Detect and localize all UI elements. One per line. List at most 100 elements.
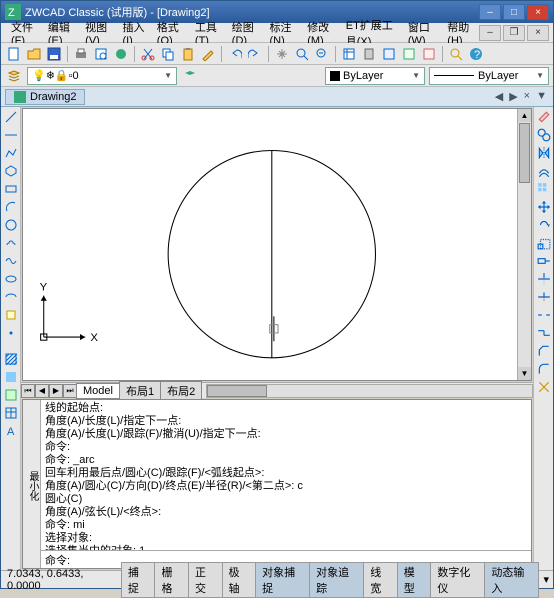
region-button[interactable] (3, 387, 19, 403)
status-极轴[interactable]: 极轴 (222, 562, 257, 598)
command-log[interactable]: 线的起始点:角度(A)/长度(L)/指定下一点:角度(A)/长度(L)/跟踪(F… (41, 400, 531, 550)
new-button[interactable] (5, 45, 23, 63)
scroll-thumb[interactable] (207, 385, 267, 397)
mirror-button[interactable] (536, 145, 552, 161)
preview-button[interactable] (92, 45, 110, 63)
standard-toolbar: ? (1, 43, 553, 65)
match-button[interactable] (199, 45, 217, 63)
status-对象捕捉[interactable]: 对象捕捉 (255, 562, 310, 598)
scroll-up-button[interactable]: ▲ (518, 109, 531, 122)
tool3-button[interactable] (420, 45, 438, 63)
doc-close-button[interactable]: × (527, 25, 549, 41)
trim-button[interactable] (536, 271, 552, 287)
table-button[interactable] (3, 405, 19, 421)
offset-button[interactable] (536, 163, 552, 179)
tool1-button[interactable] (380, 45, 398, 63)
scroll-thumb[interactable] (519, 123, 530, 183)
chamfer-button[interactable] (536, 343, 552, 359)
layer-manager-button[interactable] (5, 67, 23, 85)
linetype-combo[interactable]: ByLayer ▼ (429, 67, 549, 85)
move-button[interactable] (536, 199, 552, 215)
color-label: ByLayer (343, 70, 383, 82)
status-捕捉[interactable]: 捕捉 (121, 562, 156, 598)
copy2-button[interactable] (536, 127, 552, 143)
pline-button[interactable] (3, 145, 19, 161)
zoom-ext-button[interactable] (447, 45, 465, 63)
block-button[interactable] (3, 307, 19, 323)
spline-button[interactable] (3, 253, 19, 269)
color-combo[interactable]: ByLayer ▼ (325, 67, 425, 85)
scroll-down-button[interactable]: ▼ (518, 367, 531, 380)
zoom-button[interactable] (293, 45, 311, 63)
props-button[interactable] (340, 45, 358, 63)
canvas-v-scrollbar[interactable]: ▲ ▼ (517, 109, 531, 380)
erase-button[interactable] (536, 109, 552, 125)
ellipse-button[interactable] (3, 271, 19, 287)
open-button[interactable] (25, 45, 43, 63)
redo-button[interactable] (246, 45, 264, 63)
rect-button[interactable] (3, 181, 19, 197)
zoom-prev-button[interactable] (313, 45, 331, 63)
ellipsearc-button[interactable] (3, 289, 19, 305)
doc-minimize-button[interactable]: – (479, 25, 501, 41)
pan-button[interactable] (273, 45, 291, 63)
doc-tab-active[interactable]: Drawing2 (5, 89, 85, 105)
canvas-h-scrollbar[interactable] (206, 384, 533, 398)
tool2-button[interactable] (400, 45, 418, 63)
calc-button[interactable] (360, 45, 378, 63)
text-button[interactable]: A (3, 423, 19, 439)
status-模型[interactable]: 模型 (397, 562, 432, 598)
explode-button[interactable] (536, 379, 552, 395)
layer-prev-button[interactable] (181, 67, 199, 85)
separator (442, 46, 443, 62)
status-栅格[interactable]: 栅格 (154, 562, 189, 598)
layer-combo[interactable]: 💡❄🔒▫ 0 ▼ (27, 67, 177, 85)
point-button[interactable] (3, 325, 19, 341)
minimize-button[interactable]: – (479, 4, 501, 20)
command-window: 最小化 线的起始点:角度(A)/长度(L)/指定下一点:角度(A)/长度(L)/… (22, 399, 532, 569)
circle-button[interactable] (3, 217, 19, 233)
copy-button[interactable] (159, 45, 177, 63)
cmd-log-line: 角度(A)/弦长(L)/<终点>: (45, 506, 527, 519)
stretch-button[interactable] (536, 253, 552, 269)
layer-icons: 💡❄🔒▫ (32, 69, 73, 82)
rotate-button[interactable] (536, 217, 552, 233)
paste-button[interactable] (179, 45, 197, 63)
help-button[interactable]: ? (467, 45, 485, 63)
polygon-button[interactable] (3, 163, 19, 179)
publish-button[interactable] (112, 45, 130, 63)
arc-button[interactable] (3, 199, 19, 215)
status-对象追踪[interactable]: 对象追踪 (309, 562, 364, 598)
undo-button[interactable] (226, 45, 244, 63)
xline-button[interactable] (3, 127, 19, 143)
status-数字化仪[interactable]: 数字化仪 (430, 562, 485, 598)
break-button[interactable] (536, 307, 552, 323)
maximize-button[interactable]: □ (503, 4, 525, 20)
tab-nav-left[interactable]: ◀ (493, 90, 505, 103)
doc-restore-button[interactable]: ❐ (503, 25, 525, 41)
doc-tab-label: Drawing2 (30, 91, 76, 103)
gradient-button[interactable] (3, 369, 19, 385)
fillet-button[interactable] (536, 361, 552, 377)
status-动态输入[interactable]: 动态输入 (484, 562, 539, 598)
line-button[interactable] (3, 109, 19, 125)
coordinates: 7.0343, 0.6433, 0.0000 (1, 568, 122, 592)
status-menu-button[interactable]: ▾ (539, 573, 553, 586)
print-button[interactable] (72, 45, 90, 63)
layer-name: 0 (73, 70, 79, 82)
array-button[interactable] (536, 181, 552, 197)
tab-menu[interactable]: ▼ (534, 90, 549, 103)
hatch-button[interactable] (3, 351, 19, 367)
revcloud-button[interactable] (3, 235, 19, 251)
extend-button[interactable] (536, 289, 552, 305)
status-线宽[interactable]: 线宽 (363, 562, 398, 598)
status-正交[interactable]: 正交 (188, 562, 223, 598)
save-button[interactable] (45, 45, 63, 63)
tab-close[interactable]: × (522, 90, 532, 103)
tab-nav-right[interactable]: ▶ (507, 90, 519, 103)
drawing-canvas[interactable]: X Y ▲ ▼ (22, 108, 532, 381)
close-button[interactable]: × (527, 4, 549, 20)
cut-button[interactable] (139, 45, 157, 63)
scale-button[interactable] (536, 235, 552, 251)
join-button[interactable] (536, 325, 552, 341)
